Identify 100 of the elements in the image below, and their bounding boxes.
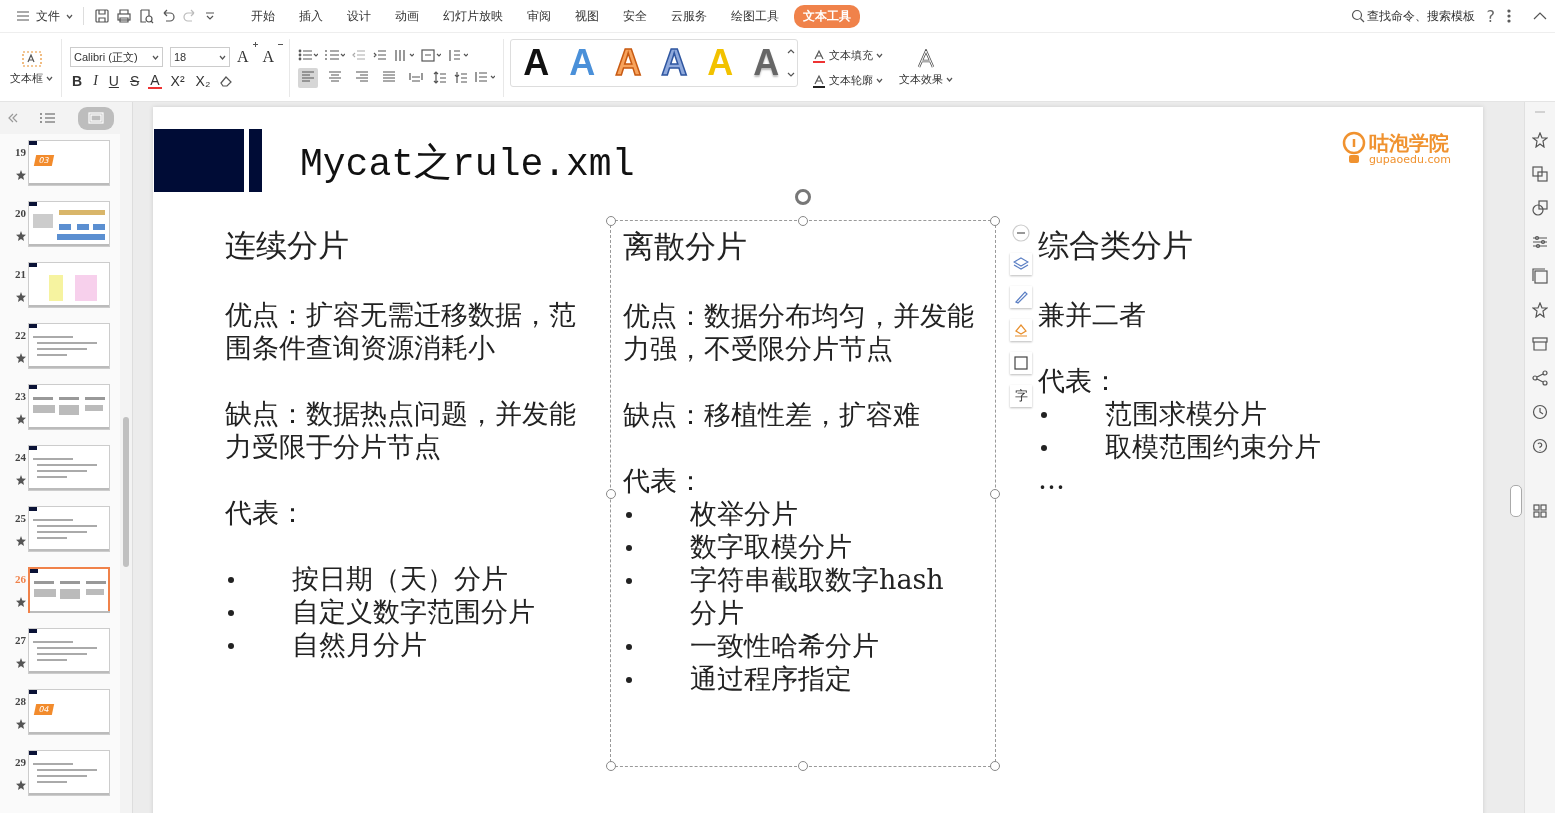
text-effect-button[interactable]: 文本效果 [899,49,954,87]
font-size-field[interactable]: 18 [170,47,230,67]
star-icon[interactable] [1532,302,1548,318]
menu-tab[interactable]: 安全 [614,4,656,28]
bullet-list-icon[interactable] [298,48,319,62]
file-menu[interactable]: 文件 [36,7,60,25]
align-left-button[interactable] [298,67,319,88]
format-button[interactable]: X₂ [193,73,213,89]
format-button[interactable]: A [148,73,162,89]
frame-button[interactable] [1010,352,1032,374]
menu-tab[interactable]: 插入 [290,4,332,28]
star-icon[interactable] [16,475,26,485]
star-icon[interactable] [16,597,26,607]
menu-tab[interactable]: 开始 [242,4,284,28]
resize-handle[interactable] [990,216,1000,226]
star-icon[interactable] [16,658,26,668]
fill-button[interactable] [1010,319,1032,341]
numbered-list-icon[interactable] [325,48,346,62]
format-button[interactable]: U [106,73,121,89]
resize-handle[interactable] [606,488,616,499]
menu-icon[interactable] [16,10,30,22]
caret-icon[interactable] [946,77,954,82]
print-icon[interactable] [116,8,132,24]
star-icon[interactable] [16,292,26,302]
star-icon[interactable] [16,780,26,790]
grow-font-button[interactable]: A [237,48,249,66]
apps-icon[interactable] [1533,504,1547,518]
search-icon[interactable] [1350,9,1365,23]
spacing-icon[interactable] [454,71,469,84]
resize-handle[interactable] [606,216,616,226]
copy-icon[interactable] [1532,166,1548,182]
spacing-icon[interactable] [433,71,448,84]
resize-handle[interactable] [990,488,1000,499]
menu-tab[interactable]: 审阅 [518,4,560,28]
format-button[interactable]: X² [168,73,187,89]
history-icon[interactable] [1532,404,1548,420]
scrollbar-thumb[interactable] [123,417,129,567]
scrollbar-thumb[interactable] [1510,485,1522,517]
menu-tab[interactable]: 绘图工具 [722,4,788,28]
collapse-icon[interactable] [1533,11,1547,21]
search-command[interactable]: 查找命令、搜索模板 [1350,7,1475,25]
share-icon[interactable] [1532,370,1548,386]
resize-handle[interactable] [606,761,616,771]
shapes-icon[interactable] [1532,200,1548,216]
slide-thumbnail[interactable] [28,323,110,369]
gallery-icon[interactable] [1532,268,1548,284]
slide-thumbnail[interactable] [28,445,110,491]
menu-tab[interactable]: 设计 [338,4,380,28]
menu-tab[interactable]: 幻灯片放映 [434,4,512,28]
text-style-preset[interactable]: A [523,42,550,84]
star-icon[interactable] [16,536,26,546]
slide-thumbnail[interactable] [28,262,110,308]
resize-handle[interactable] [798,761,808,771]
text-fill-button[interactable]: 文本填充 [812,48,884,63]
rotate-handle[interactable] [795,189,811,205]
caret-icon[interactable] [152,54,159,60]
star-icon[interactable] [16,231,26,241]
help-button[interactable]: ? [1486,6,1495,26]
customize-icon[interactable] [204,10,216,22]
text-direction-button[interactable]: 字 [1010,385,1032,407]
slide-thumbnail[interactable] [28,506,110,552]
increase-indent-icon[interactable] [373,48,388,62]
text-box-align-icon[interactable] [421,48,442,62]
menu-tab[interactable]: 视图 [566,4,608,28]
resize-handle[interactable] [990,761,1000,771]
pen-button[interactable] [1010,286,1032,308]
save-icon[interactable] [94,8,110,24]
format-button[interactable]: S [127,73,142,89]
archive-icon[interactable] [1532,336,1548,352]
text-outline-button[interactable]: 文本轮廓 [812,73,884,88]
print-preview-icon[interactable] [138,8,154,24]
more-icon[interactable] [1507,9,1511,23]
text-box-button[interactable]: 文本框 [10,50,53,86]
caret-icon[interactable] [876,53,884,58]
line-spacing-icon[interactable] [448,48,469,62]
menu-tab[interactable]: 云服务 [662,4,716,28]
slide-thumbnail[interactable] [28,567,110,613]
gallery-scroll-icon[interactable] [787,48,796,78]
star-icon[interactable] [16,170,26,180]
columns-icon[interactable] [394,48,415,62]
help-icon[interactable] [1532,438,1548,454]
slide-thumbnail[interactable] [28,750,110,796]
list-spacing-icon[interactable] [475,71,496,84]
slide-thumbnail[interactable] [28,384,110,430]
eraser-icon[interactable] [219,74,234,88]
shrink-font-button[interactable]: A [262,48,275,66]
slide-thumbnail[interactable] [28,628,110,674]
menu-tab[interactable]: 动画 [386,4,428,28]
font-name-field[interactable]: Calibri (正文) [70,47,163,67]
outline-view-icon[interactable] [40,112,56,124]
star-icon[interactable] [16,719,26,729]
thumbnail-view-button[interactable] [78,106,114,130]
slide-thumbnail[interactable] [28,201,110,247]
caret-icon[interactable] [219,54,226,60]
star-icon[interactable] [16,414,26,424]
text-style-preset[interactable]: A [753,42,780,84]
resize-handle[interactable] [798,216,808,226]
caret-icon[interactable] [876,78,884,83]
collapse-panel-icon[interactable] [8,113,18,123]
format-button[interactable]: I [91,73,100,89]
